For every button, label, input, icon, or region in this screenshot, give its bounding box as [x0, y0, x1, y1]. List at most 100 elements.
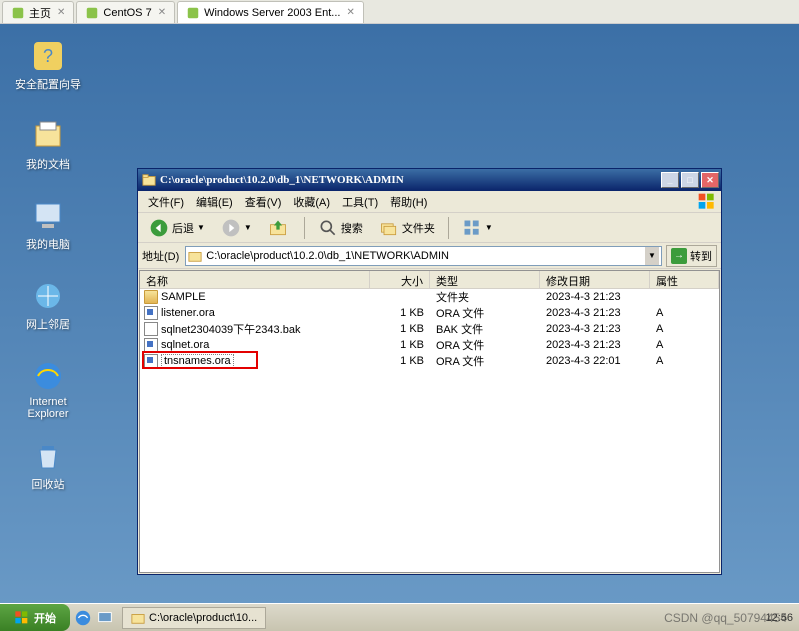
recycle-bin-icon — [30, 438, 66, 474]
file-name: SAMPLE — [161, 291, 206, 303]
close-button[interactable]: ✕ — [701, 172, 719, 188]
my-documents[interactable]: 我的文档 — [8, 118, 88, 172]
folder-icon — [142, 173, 156, 187]
vm-icon — [186, 6, 200, 20]
column-date[interactable]: 修改日期 — [540, 271, 650, 288]
address-field[interactable]: C:\oracle\product\10.2.0\db_1\NETWORK\AD… — [185, 246, 662, 266]
start-button[interactable]: 开始 — [0, 604, 70, 631]
toolbar: 后退 ▼ ▼ 搜索 文件夹 — [138, 213, 721, 243]
file-date: 2023-4-3 21:23 — [540, 291, 650, 303]
maximize-button[interactable]: □ — [681, 172, 699, 188]
tab-0[interactable]: 主页 ✕ — [2, 1, 74, 23]
titlebar[interactable]: C:\oracle\product\10.2.0\db_1\NETWORK\AD… — [138, 169, 721, 191]
file-date: 2023-4-3 21:23 — [540, 339, 650, 351]
search-button[interactable]: 搜索 — [311, 214, 370, 242]
address-label: 地址(D) — [142, 248, 181, 264]
icon-label: 我的文档 — [8, 156, 88, 172]
chevron-down-icon: ▼ — [244, 223, 252, 232]
close-icon[interactable]: ✕ — [158, 7, 166, 18]
home-icon — [11, 6, 25, 20]
up-button[interactable] — [261, 214, 298, 242]
tab-2[interactable]: Windows Server 2003 Ent...✕ — [177, 1, 364, 23]
internet-explorer[interactable]: Internet Explorer — [8, 358, 88, 420]
tab-1[interactable]: CentOS 7 ✕ — [76, 1, 175, 23]
file-row[interactable]: SAMPLE 文件夹 2023-4-3 21:23 — [140, 289, 719, 305]
file-date: 2023-4-3 22:01 — [540, 355, 650, 367]
file-attr: A — [650, 339, 719, 351]
windows-flag-icon — [14, 610, 30, 626]
file-row[interactable]: listener.ora 1 KB ORA 文件 2023-4-3 21:23 … — [140, 305, 719, 321]
window-title: C:\oracle\product\10.2.0\db_1\NETWORK\AD… — [160, 174, 661, 186]
file-row[interactable]: sqlnet2304039下午2343.bak 1 KB BAK 文件 2023… — [140, 321, 719, 337]
menu-item[interactable]: 编辑(E) — [190, 192, 239, 212]
my-documents-icon — [30, 118, 66, 154]
file-attr: A — [650, 307, 719, 319]
folders-label: 文件夹 — [402, 220, 435, 236]
column-name[interactable]: 名称 — [140, 271, 370, 288]
file-date: 2023-4-3 21:23 — [540, 323, 650, 335]
menu-item[interactable]: 收藏(A) — [287, 192, 336, 212]
taskbar-button[interactable]: C:\oracle\product\10... — [122, 607, 266, 629]
forward-icon — [221, 218, 241, 238]
file-type: ORA 文件 — [430, 305, 540, 321]
network-neighborhood[interactable]: 网上邻居 — [8, 278, 88, 332]
column-type[interactable]: 类型 — [430, 271, 540, 288]
ie-icon[interactable] — [74, 609, 92, 627]
views-icon — [462, 218, 482, 238]
folder-icon — [188, 249, 202, 263]
tab-label: 主页 — [29, 5, 51, 21]
menubar: 文件(F)编辑(E)查看(V)收藏(A)工具(T)帮助(H) — [138, 191, 721, 213]
taskbar: 开始 C:\oracle\product\10... 12:56 — [0, 603, 799, 631]
clock: 12:56 — [765, 612, 793, 624]
ora-icon — [144, 306, 158, 320]
icon-label: Internet Explorer — [8, 396, 88, 420]
ora-icon — [144, 338, 158, 352]
menu-item[interactable]: 工具(T) — [336, 192, 384, 212]
list-header: 名称 大小 类型 修改日期 属性 — [140, 271, 719, 289]
chevron-down-icon: ▼ — [197, 223, 205, 232]
file-type: 文件夹 — [430, 289, 540, 305]
search-icon — [318, 218, 338, 238]
address-bar: 地址(D) C:\oracle\product\10.2.0\db_1\NETW… — [138, 243, 721, 269]
forward-button[interactable]: ▼ — [214, 214, 259, 242]
file-type: BAK 文件 — [430, 321, 540, 337]
close-icon[interactable]: ✕ — [57, 7, 65, 18]
close-icon[interactable]: ✕ — [346, 7, 354, 18]
minimize-button[interactable]: _ — [661, 172, 679, 188]
security-wizard[interactable]: ?安全配置向导 — [8, 38, 88, 92]
quick-launch — [70, 609, 118, 627]
vm-tabs: 主页✕CentOS 7✕Windows Server 2003 Ent...✕ — [0, 0, 799, 24]
folders-button[interactable]: 文件夹 — [372, 214, 442, 242]
views-button[interactable]: ▼ — [455, 214, 500, 242]
back-icon — [149, 218, 169, 238]
windows-logo-icon — [693, 192, 721, 212]
address-dropdown[interactable]: ▼ — [645, 247, 659, 265]
file-size: 1 KB — [370, 323, 430, 335]
recycle-bin[interactable]: 回收站 — [8, 438, 88, 492]
security-wizard-icon: ? — [30, 38, 66, 74]
my-computer[interactable]: 我的电脑 — [8, 198, 88, 252]
file-size: 1 KB — [370, 355, 430, 367]
tab-label: CentOS 7 — [103, 7, 151, 19]
file-row[interactable]: sqlnet.ora 1 KB ORA 文件 2023-4-3 21:23 A — [140, 337, 719, 353]
menu-item[interactable]: 查看(V) — [239, 192, 288, 212]
file-size: 1 KB — [370, 339, 430, 351]
system-tray[interactable]: 12:56 — [759, 612, 799, 624]
back-button[interactable]: 后退 ▼ — [142, 214, 212, 242]
folder-icon — [131, 611, 145, 625]
go-button[interactable]: → 转到 — [666, 245, 717, 267]
column-attr[interactable]: 属性 — [650, 271, 719, 288]
svg-text:?: ? — [43, 46, 53, 66]
separator — [304, 217, 305, 239]
file-attr: A — [650, 323, 719, 335]
column-size[interactable]: 大小 — [370, 271, 430, 288]
file-icon — [144, 322, 158, 336]
file-name: listener.ora — [161, 307, 215, 319]
file-row[interactable]: tnsnames.ora 1 KB ORA 文件 2023-4-3 22:01 … — [140, 353, 719, 369]
file-date: 2023-4-3 21:23 — [540, 307, 650, 319]
up-icon — [268, 218, 288, 238]
menu-item[interactable]: 文件(F) — [142, 192, 190, 212]
menu-item[interactable]: 帮助(H) — [384, 192, 433, 212]
desktop-show-icon[interactable] — [96, 609, 114, 627]
search-label: 搜索 — [341, 220, 363, 236]
